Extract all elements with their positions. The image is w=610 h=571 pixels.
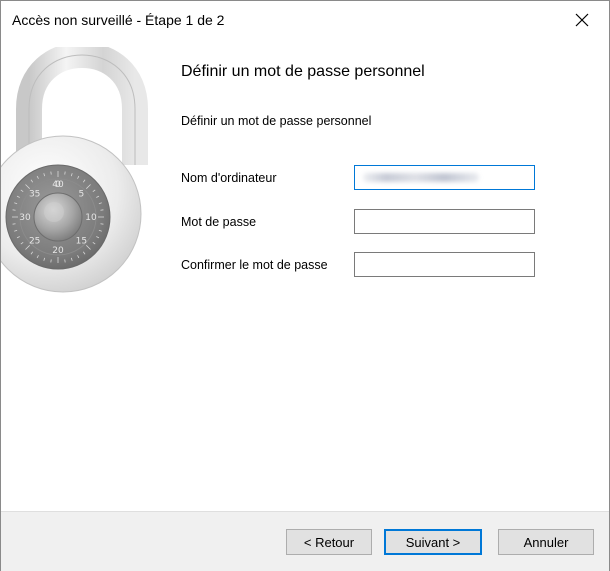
window-title: Accès non surveillé - Étape 1 de 2 <box>12 12 225 28</box>
next-button[interactable]: Suivant > <box>384 529 482 555</box>
dial-number: 30 <box>19 213 31 223</box>
page-heading: Définir un mot de passe personnel <box>181 63 425 80</box>
page-subheading: Définir un mot de passe personnel <box>181 114 372 128</box>
dial-number: 10 <box>85 213 97 223</box>
dial-number: 40 <box>52 180 64 190</box>
redacted-computer-name <box>363 173 479 182</box>
dial-number: 25 <box>29 236 40 246</box>
confirm-password-field[interactable] <box>354 252 535 277</box>
dial-number: 15 <box>76 236 87 246</box>
password-field[interactable] <box>354 209 535 234</box>
padlock-icon: 0510152025303540 <box>1 47 148 293</box>
dial-number: 35 <box>29 190 40 200</box>
dial-number: 20 <box>52 246 64 256</box>
wizard-content: 0 5 10 15 20 25 30 35 40 Définir un mot de passe… <box>1 39 609 511</box>
wizard-footer: < Retour Suivant > Annuler <box>1 511 609 571</box>
close-icon <box>575 13 589 27</box>
confirm-password-label: Confirmer le mot de passe <box>181 258 328 272</box>
cancel-button[interactable]: Annuler <box>498 529 594 555</box>
password-label: Mot de passe <box>181 215 257 229</box>
computer-name-label: Nom d'ordinateur <box>181 171 277 185</box>
title-bar: Accès non surveillé - Étape 1 de 2 <box>1 1 609 39</box>
close-button[interactable] <box>559 1 605 39</box>
wizard-window: Accès non surveillé - Étape 1 de 2 0 5 1… <box>0 0 610 571</box>
computer-name-field[interactable] <box>354 165 535 190</box>
dial-number: 5 <box>78 190 84 200</box>
back-button[interactable]: < Retour <box>286 529 372 555</box>
